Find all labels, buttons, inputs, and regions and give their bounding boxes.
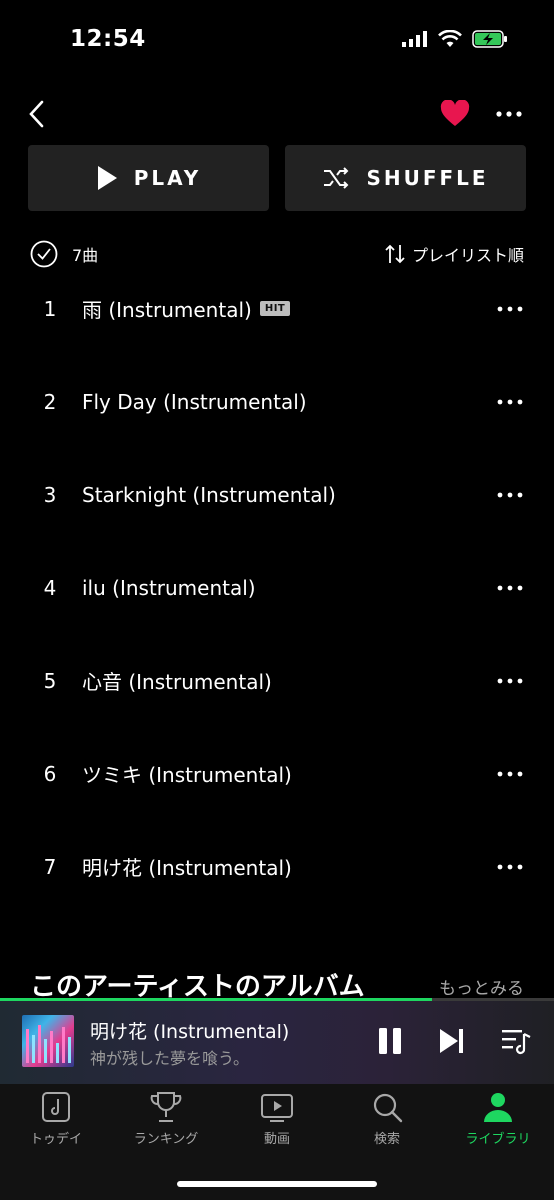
tab-video[interactable]: 動画 [222,1090,332,1147]
now-playing-title: 明け花 (Instrumental) [90,1021,290,1043]
queue-icon[interactable] [500,1026,532,1056]
track-row[interactable]: 5 心音 (Instrumental) [0,634,554,727]
status-icons [402,30,508,48]
pause-icon[interactable] [376,1027,404,1055]
play-button[interactable]: PLAY [28,145,269,211]
track-row[interactable]: 3 Starknight (Instrumental) [0,448,554,541]
album-art [22,1015,74,1067]
track-number: 1 [43,296,57,321]
battery-charging-icon [472,30,507,48]
track-title: ツミキ (Instrumental) [82,763,292,787]
shuffle-icon [324,167,349,189]
track-more-icon[interactable] [496,397,524,407]
status-time: 12:54 [70,26,146,52]
play-label: PLAY [133,166,202,190]
trophy-icon [150,1092,182,1122]
shuffle-label: SHUFFLE [366,166,489,190]
tab-library[interactable]: ライブラリ [443,1090,553,1147]
play-icon [97,166,117,190]
track-title: ilu (Instrumental) [82,575,256,600]
track-number: 3 [43,482,57,507]
tab-label: 動画 [263,1132,290,1147]
tab-label: トゥデイ [29,1132,82,1147]
track-number: 5 [43,668,57,693]
wifi-icon [438,30,462,47]
heart-icon[interactable] [440,100,470,128]
track-title: 心音 (Instrumental) [82,670,272,694]
tab-search[interactable]: 検索 [332,1090,442,1147]
track-more-icon[interactable] [496,862,524,872]
track-number: 2 [43,389,57,414]
playback-progress-fill [0,998,432,1001]
hit-badge: HIT [259,301,291,316]
track-number: 6 [43,761,57,786]
now-playing-album: 神が残した夢を喰う。 [90,1049,250,1068]
track-number: 7 [43,854,57,879]
back-icon[interactable] [24,98,52,130]
track-title: 明け花 (Instrumental) [82,856,292,880]
track-number: 4 [43,575,57,600]
home-indicator[interactable] [177,1181,377,1187]
track-row[interactable]: 7 明け花 (Instrumental) [0,820,554,913]
tab-label: ライブラリ [465,1132,531,1147]
track-more-icon[interactable] [496,583,524,593]
track-row[interactable]: 2 Fly Day (Instrumental) [0,355,554,448]
signal-icon [402,31,427,47]
tab-today[interactable]: トゥデイ [1,1090,111,1147]
shuffle-button[interactable]: SHUFFLE [285,145,526,211]
track-row[interactable]: 4 ilu (Instrumental) [0,541,554,634]
track-more-icon[interactable] [496,769,524,779]
track-more-icon[interactable] [496,490,524,500]
track-title: Starknight (Instrumental) [82,482,336,507]
tab-label: 検索 [373,1132,400,1147]
skip-next-icon[interactable] [438,1027,466,1055]
tab-ranking[interactable]: ランキング [111,1090,221,1147]
track-more-icon[interactable] [496,304,524,314]
track-title: 雨 (Instrumental) [82,298,252,322]
track-title: Fly Day (Instrumental) [82,389,307,414]
more-options-icon[interactable] [494,104,524,124]
track-more-icon[interactable] [496,676,524,686]
track-row[interactable]: 1 雨 (Instrumental) HIT [0,262,554,355]
track-row[interactable]: 6 ツミキ (Instrumental) [0,727,554,820]
person-icon [484,1093,512,1122]
music-note-icon [42,1092,70,1122]
see-more-link[interactable]: もっとみる [439,974,524,999]
search-icon [373,1093,403,1123]
video-play-icon [261,1094,293,1122]
tab-label: ランキング [133,1132,199,1147]
